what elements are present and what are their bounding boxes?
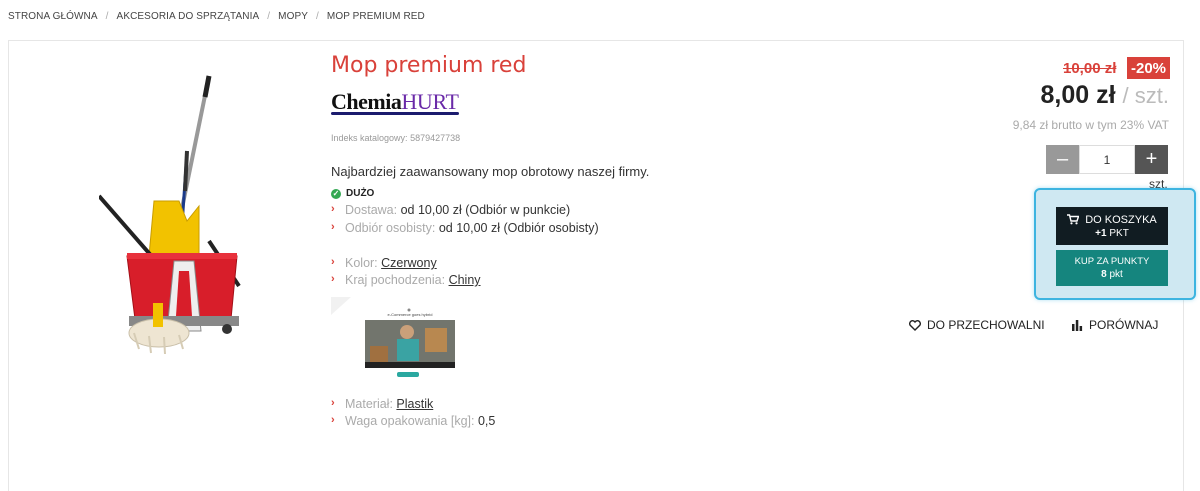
current-price-value: 8,00 zł	[1040, 81, 1116, 109]
add-to-favorites-link[interactable]: DO PRZECHOWALNI	[909, 318, 1045, 332]
buy-with-points-label: KUP ZA PUNKTY	[1074, 256, 1150, 267]
attribute-value: od 10,00 zł (Odbiór w punkcie)	[400, 203, 571, 217]
cart-points-suffix: PKT	[1109, 227, 1129, 239]
video-thumbnail-image	[365, 306, 455, 381]
breadcrumb-separator: /	[316, 11, 319, 22]
chevron-right-icon: ›	[331, 203, 335, 215]
attribute-delivery: › Dostawa: od 10,00 zł (Odbiór w punkcie…	[331, 203, 570, 217]
chevron-right-icon: ›	[331, 414, 335, 426]
current-price: 8,00 zł / szt.	[1041, 81, 1169, 110]
product-card: Mop premium red Chemia HURT Indeks katalo…	[8, 40, 1196, 491]
attribute-key: Odbiór osobisty:	[345, 221, 436, 235]
chevron-right-icon: ›	[331, 256, 335, 268]
breadcrumb-separator: /	[267, 11, 271, 22]
discount-badge: -20%	[1127, 57, 1170, 79]
product-image[interactable]	[97, 71, 259, 361]
purchase-buttons-highlight: DO KOSZYKA +1 PKT KUP ZA PUNKTY 8 pkt	[1034, 188, 1196, 300]
attribute-color: › Kolor: Czerwony	[331, 256, 437, 270]
quantity-decrease-button[interactable]: –	[1046, 145, 1079, 174]
breadcrumb-current[interactable]: MOP PREMIUM RED	[327, 11, 425, 22]
catalog-index-label: Indeks katalogowy:	[331, 133, 408, 143]
attribute-value: od 10,00 zł (Odbiór osobisty)	[438, 221, 599, 235]
attribute-key: Kraj pochodzenia:	[345, 273, 446, 287]
bar-chart-icon	[1072, 319, 1083, 331]
attribute-key: Kolor:	[345, 256, 378, 270]
breadcrumb-home[interactable]: STRONA GŁÓWNA	[8, 11, 98, 22]
video-caption: e-Commerce goes hybrid	[387, 312, 433, 317]
brand-logo[interactable]: Chemia HURT	[331, 87, 459, 115]
catalog-index-value: 5879427738	[410, 133, 461, 143]
cart-points-prefix: +1	[1095, 227, 1107, 239]
quantity-input[interactable]	[1079, 145, 1135, 174]
video-corner-decoration	[331, 297, 351, 315]
check-circle-icon: ✓	[331, 188, 341, 199]
chevron-right-icon: ›	[331, 273, 335, 285]
quantity-increase-button[interactable]: +	[1135, 145, 1168, 174]
product-video-thumbnail[interactable]: e-Commerce goes hybrid	[365, 306, 455, 381]
attribute-key: Dostawa:	[345, 203, 398, 217]
old-price: 10,00 zł	[1063, 60, 1117, 77]
compare-label: PORÓWNAJ	[1089, 318, 1159, 332]
mop-bucket-image	[97, 75, 241, 355]
chevron-right-icon: ›	[331, 221, 335, 233]
points-value: 8	[1101, 269, 1107, 280]
stock-status-label: DUŻO	[346, 188, 375, 199]
attribute-weight: › Waga opakowania [kg]: 0,5	[331, 414, 495, 428]
attribute-link-country[interactable]: Chiny	[449, 273, 481, 287]
price-unit: / szt.	[1122, 83, 1169, 108]
add-to-favorites-label: DO PRZECHOWALNI	[927, 318, 1045, 332]
add-to-cart-label: DO KOSZYKA	[1085, 213, 1157, 226]
compare-link[interactable]: PORÓWNAJ	[1071, 318, 1158, 332]
attribute-value: 0,5	[477, 414, 496, 428]
heart-icon	[909, 319, 921, 331]
breadcrumb-mops[interactable]: MOPY	[278, 11, 308, 22]
product-title: Mop premium red	[331, 53, 527, 78]
chevron-right-icon: ›	[331, 397, 335, 409]
attribute-link-color[interactable]: Czerwony	[381, 256, 437, 270]
add-to-cart-button[interactable]: DO KOSZYKA +1 PKT	[1056, 207, 1168, 245]
attribute-country: › Kraj pochodzenia: Chiny	[331, 273, 481, 287]
breadcrumb-cleaning-accessories[interactable]: AKCESORIA DO SPRZĄTANIA	[117, 11, 260, 22]
buy-with-points-button[interactable]: KUP ZA PUNKTY 8 pkt	[1056, 250, 1168, 286]
attribute-pickup: › Odbiór osobisty: od 10,00 zł (Odbiór o…	[331, 221, 599, 235]
product-description: Najbardziej zaawansowany mop obrotowy na…	[331, 164, 650, 179]
quantity-stepper: – +	[1046, 145, 1168, 174]
gross-price: 9,84 zł brutto w tym 23% VAT	[1012, 118, 1169, 132]
attribute-material: › Materiał: Plastik	[331, 397, 433, 411]
attribute-link-material[interactable]: Plastik	[396, 397, 433, 411]
breadcrumb-separator: /	[105, 11, 109, 22]
attribute-key: Materiał:	[345, 397, 393, 411]
stock-status: ✓ DUŻO	[331, 188, 374, 199]
breadcrumb: STRONA GŁÓWNA / AKCESORIA DO SPRZĄTANIA …	[8, 11, 425, 22]
points-unit: pkt	[1109, 269, 1123, 280]
brand-logo-underline	[331, 112, 459, 115]
catalog-index: Indeks katalogowy: 5879427738	[331, 133, 460, 143]
cart-icon	[1067, 214, 1080, 225]
attribute-key: Waga opakowania [kg]:	[345, 414, 475, 428]
